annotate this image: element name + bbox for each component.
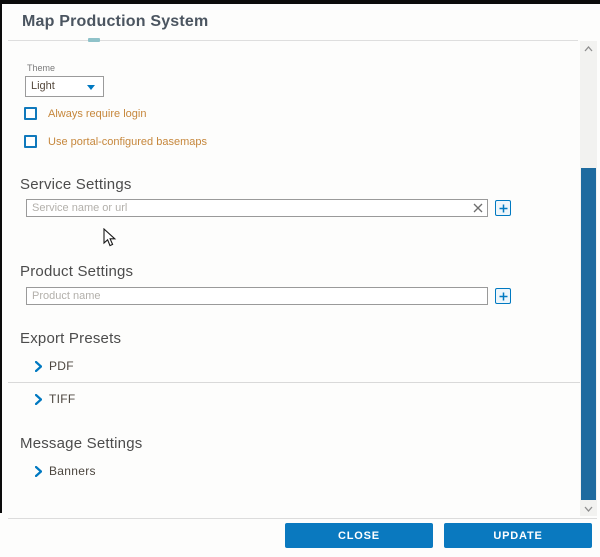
mouse-cursor: [103, 228, 117, 247]
scroll-down-button[interactable]: [580, 502, 597, 515]
update-button[interactable]: UPDATE: [444, 523, 592, 548]
use-portal-basemaps-checkbox[interactable]: [24, 135, 37, 148]
screen-edge-top: [0, 0, 600, 4]
scroll-up-icon: [584, 46, 593, 52]
export-preset-label: PDF: [49, 359, 74, 373]
export-preset-label: TIFF: [49, 392, 76, 406]
vertical-scrollbar[interactable]: [580, 41, 597, 516]
product-settings-heading: Product Settings: [20, 263, 133, 280]
theme-label: Theme: [27, 63, 55, 73]
service-name-input[interactable]: [26, 199, 488, 217]
export-preset-tiff-row[interactable]: TIFF: [35, 392, 76, 406]
add-service-button[interactable]: [495, 200, 511, 216]
page-title: Map Production System: [22, 13, 208, 31]
caret-down-icon: [87, 85, 95, 90]
message-setting-label: Banners: [49, 464, 96, 478]
theme-dropdown[interactable]: Light: [25, 76, 104, 97]
chevron-right-icon: [35, 466, 42, 477]
clear-icon: [473, 203, 483, 213]
always-require-login-checkbox[interactable]: [24, 107, 37, 120]
add-product-button[interactable]: [495, 288, 511, 304]
close-button[interactable]: CLOSE: [285, 523, 433, 548]
scroll-down-icon: [584, 506, 593, 512]
scroll-up-button[interactable]: [580, 42, 597, 55]
map-production-system-dialog: Map Production System Theme Light Always…: [0, 0, 600, 557]
scrolled-content-fragment: [88, 38, 100, 42]
screen-edge-left: [0, 0, 2, 513]
chevron-right-icon: [35, 394, 42, 405]
service-settings-heading: Service Settings: [20, 176, 132, 193]
preset-row-divider: [8, 382, 580, 383]
checkbox-label: Always require login: [48, 108, 146, 120]
footer-divider: [8, 518, 597, 519]
chevron-right-icon: [35, 361, 42, 372]
scrollbar-thumb[interactable]: [581, 168, 596, 500]
product-name-input[interactable]: [26, 287, 488, 305]
export-presets-heading: Export Presets: [20, 330, 121, 347]
message-settings-heading: Message Settings: [20, 435, 142, 452]
plus-icon: [499, 204, 508, 213]
checkbox-label: Use portal-configured basemaps: [48, 136, 207, 148]
theme-selected-value: Light: [31, 80, 55, 92]
export-preset-pdf-row[interactable]: PDF: [35, 359, 74, 373]
message-banners-row[interactable]: Banners: [35, 464, 96, 478]
plus-icon: [499, 292, 508, 301]
clear-service-input-button[interactable]: [471, 201, 485, 215]
